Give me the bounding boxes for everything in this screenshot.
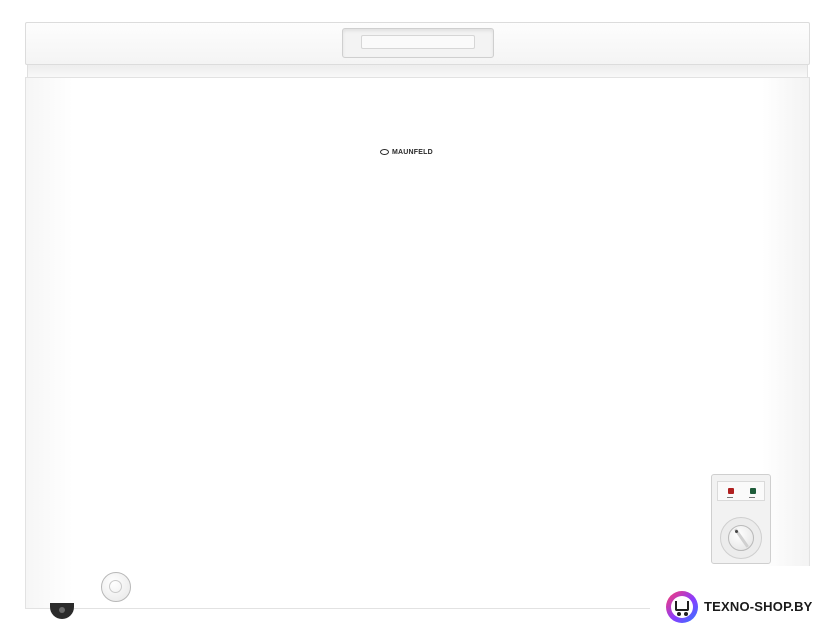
- indicator-label-mark: [727, 497, 733, 498]
- power-indicator-led: [728, 488, 734, 494]
- lid-handle: [342, 28, 494, 58]
- lid-seam: [27, 65, 808, 77]
- status-indicator-led: [750, 488, 756, 494]
- caster-wheel: [50, 603, 74, 619]
- watermark-text: TEXNO-SHOP.BY: [704, 599, 813, 614]
- drain-plug: [101, 572, 131, 602]
- handle-recess: [361, 35, 475, 49]
- drain-plug-center: [109, 580, 122, 593]
- wheel-hub: [59, 607, 65, 613]
- knob-marker-dot: [735, 530, 738, 533]
- product-photo: MAUNFELD TEXNO-SHOP.BY: [0, 0, 837, 640]
- watermark: TEXNO-SHOP.BY: [650, 566, 837, 640]
- thermostat-knob[interactable]: [728, 525, 754, 551]
- shopping-cart-icon: [666, 591, 698, 623]
- indicator-strip: [717, 481, 765, 501]
- indicator-label-mark: [749, 497, 755, 498]
- thermostat-housing: [720, 517, 762, 559]
- control-panel: [711, 474, 771, 564]
- brand-name: MAUNFELD: [392, 148, 433, 156]
- brand-logo: MAUNFELD: [380, 146, 433, 158]
- brand-mark-icon: [380, 149, 389, 155]
